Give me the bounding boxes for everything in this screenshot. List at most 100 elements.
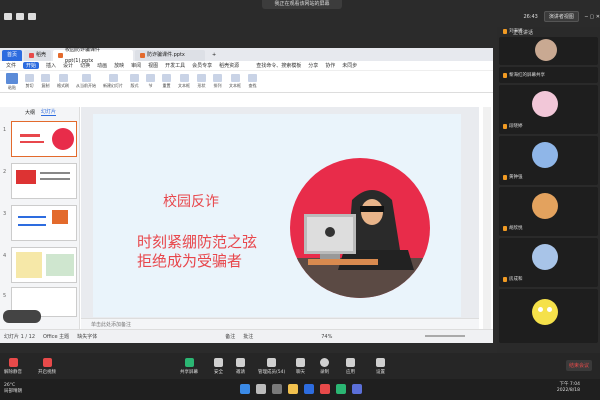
meeting-toolbar: 解除静音 开启视频 共享屏幕 安全 邀请 管理成员(54) 聊天 录制 应用 设… [0,353,600,379]
signal-icon [28,13,36,20]
ribbon-button[interactable]: 重置 [162,74,171,89]
file-explorer-icon[interactable] [288,384,298,394]
window-controls-icon[interactable]: ─ ▢ ✕ [585,14,600,20]
meeting-app-icon[interactable] [336,384,346,394]
ribbon-icon [41,74,50,82]
members-button[interactable]: 管理成员(54) [258,358,285,375]
view-switch-button[interactable]: 演讲者视图 [543,11,579,22]
current-slide[interactable]: 校园反诈 时刻紧绷防范之弦 拒绝成为受骗者 [93,114,461,317]
menu-item[interactable]: 开发工具 [165,62,185,69]
ribbon-button[interactable]: 文本框 [229,74,241,89]
ribbon-button[interactable]: 查找 [248,74,257,89]
missing-font-button[interactable]: 缺失字体 [77,333,97,340]
menu-item[interactable]: 审阅 [131,62,141,69]
participant-tile[interactable]: 刘海博 [499,28,598,65]
menu-item[interactable]: 开始 [23,62,40,69]
ribbon-icon [248,74,257,82]
menu-collab[interactable]: 协作 [325,62,335,69]
gear-icon [376,358,385,367]
screen-share-banner[interactable]: 我正在观看该网站的屏幕 [262,0,342,9]
mic-icon [503,276,507,282]
menu-search[interactable]: 查找命令、搜索模板 [256,62,301,69]
ribbon-icon [25,74,34,82]
wps-taskbar-icon[interactable] [320,384,330,394]
tab-other-document[interactable]: 防诈骗课件.pptx [135,50,206,61]
notes-toggle[interactable]: 备注 [225,333,235,340]
ribbon-button[interactable]: 新建幻灯片 [103,74,123,89]
tab-wps[interactable]: 稻壳 [24,50,52,61]
participant-tile[interactable]: 胡欣悦 [499,187,598,236]
mic-icon [503,174,507,180]
tab-home[interactable]: 首页 [2,50,23,61]
slide-thumbnail-4[interactable] [11,247,77,283]
slide-number: 1 [3,127,7,133]
end-meeting-button[interactable]: 结束会议 [566,360,593,371]
participant-tile[interactable]: 黄钟强 [499,136,598,185]
settings-button[interactable]: 设置 [376,358,385,375]
tab-outline[interactable]: 大纲 [25,109,35,116]
menu-item[interactable]: 动画 [97,62,107,69]
ribbon-button[interactable]: 形状 [197,74,206,89]
tab-slides[interactable]: 幻灯片 [41,108,57,116]
menu-item[interactable]: 插入 [46,62,56,69]
participant-tile[interactable]: 房成和 [499,238,598,287]
mic-muted-icon [8,358,18,367]
slide-thumbnail-2[interactable] [11,163,77,199]
browser-icon[interactable] [304,384,314,394]
apps-button[interactable]: 应用 [346,358,355,375]
slide-title: 校园反诈 [163,194,219,210]
menu-item[interactable]: 放映 [114,62,124,69]
security-button[interactable]: 安全 [214,358,223,375]
menu-item[interactable]: 文件 [6,62,16,69]
start-menu-icon[interactable] [240,384,250,394]
weather-widget[interactable]: 26°C 局部晴朗 [4,383,22,395]
menu-item[interactable]: 会员专享 [192,62,212,69]
unmute-button[interactable]: 解除静音 [4,358,22,375]
slide-thumbnail-pane: 大纲 幻灯片 1 2 3 4 5 [0,107,80,329]
new-tab-button[interactable]: + [207,50,221,61]
theme-name: Office 主题 [43,334,70,340]
task-view-icon[interactable] [272,384,282,394]
menu-unsync[interactable]: 未同步 [342,62,357,69]
avatar [532,193,558,219]
search-icon[interactable] [256,384,266,394]
chat-button[interactable]: 聊天 [296,358,305,375]
shield-icon[interactable] [16,13,24,20]
participant-tile[interactable] [499,289,598,343]
chat-icon [296,358,305,367]
video-button[interactable]: 开启视频 [38,358,56,375]
system-clock[interactable]: 下午 7:04 2022/8/18 [557,382,580,394]
ribbon-button[interactable]: 节 [146,74,155,89]
ribbon-button[interactable]: 排列 [213,74,222,89]
menu-item[interactable]: 视图 [148,62,158,69]
share-screen-button[interactable]: 共享屏幕 [180,358,198,375]
ribbon-button[interactable]: 从当前开始 [76,74,96,89]
ribbon-button[interactable]: 格式刷 [57,74,69,89]
menu-item[interactable]: 设计 [63,62,73,69]
menu-share[interactable]: 分享 [308,62,318,69]
ribbon-button[interactable]: 版式 [130,74,139,89]
zoom-slider[interactable] [425,335,465,337]
info-icon[interactable] [4,13,12,20]
ribbon-button[interactable]: 复制 [41,74,50,89]
ribbon-button[interactable]: 粘贴 [6,72,18,91]
comment-toggle[interactable]: 批注 [243,333,253,340]
menu-item[interactable]: 稻壳资源 [219,62,239,69]
slide-thumbnail-1[interactable] [11,121,77,157]
presenter-camera-overlay[interactable] [3,310,41,323]
invite-button[interactable]: 邀请 [236,358,245,375]
tab-active-document[interactable]: 校园防诈骗课件ppt(1).pptx [53,47,134,64]
slide-thumbnail-3[interactable] [11,205,77,241]
record-button[interactable]: 录制 [320,358,329,375]
ribbon-button[interactable]: 文本框 [178,74,190,89]
participant-tile[interactable]: 黎海红的屏幕共享 [499,67,598,83]
zoom-level: 74% [321,333,333,340]
share-screen-icon [184,358,194,367]
participant-tile[interactable]: 段晓婷 [499,85,598,134]
app-icon[interactable] [352,384,362,394]
menu-item[interactable]: 切换 [80,62,90,69]
notes-area[interactable]: 单击此处添加备注 [81,318,479,329]
ribbon-button[interactable]: 剪切 [25,74,34,89]
ribbon-icon [108,74,118,82]
vertical-scrollbar[interactable] [483,107,491,329]
